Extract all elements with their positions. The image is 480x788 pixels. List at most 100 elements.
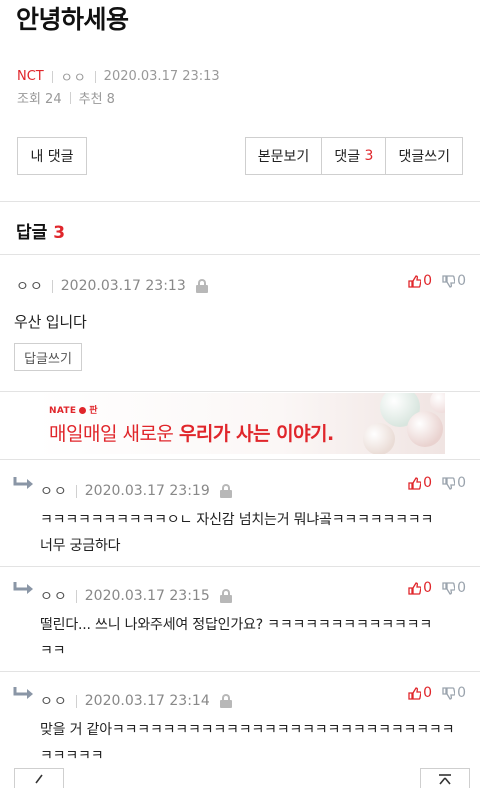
thumbs-down-icon [442,476,456,490]
downvote-button[interactable]: 0 [442,685,466,701]
ad-banner[interactable]: NATE 판 매일매일 새로운 우리가 사는 이야기. [35,393,445,454]
divider [51,279,53,293]
post-datetime: 2020.03.17 23:13 [103,69,220,84]
thumbs-down-icon [442,581,456,595]
ad-text: 매일매일 새로운 우리가 사는 이야기. [49,419,334,446]
comment-text: 떨린다... 쓰니 나와주세여 정답인가요? ㅋㅋㅋㅋㅋㅋㅋㅋㅋㅋㅋㅋㅋ ㅋㅋ [40,612,432,664]
thumbs-down-icon [442,686,456,700]
recommend-count: 추천 8 [78,92,115,107]
comment-line: 맞을 거 같아ㅋㅋㅋㅋㅋㅋㅋㅋㅋㅋㅋㅋㅋㅋㅋㅋㅋㅋㅋㅋㅋㅋㅋㅋㅋㅋㅋ [40,722,455,738]
divider [75,484,77,498]
ad-text-end: . [327,423,334,445]
board-name[interactable]: NCT [17,69,44,84]
upvote-button[interactable]: 0 [408,475,432,491]
upvote-count: 0 [423,685,433,701]
divider [51,70,53,83]
comment-text: 우산 입니다 [14,313,87,331]
comment-line: 떨린다... 쓰니 나와주세여 정답인가요? ㅋㅋㅋㅋㅋㅋㅋㅋㅋㅋㅋㅋㅋ [40,617,433,633]
upvote-button[interactable]: 0 [408,273,432,289]
comment-votes: 0 0 [408,685,466,701]
thumbs-up-icon [408,476,422,490]
replies-count: 3 [53,223,66,243]
downvote-count: 0 [457,475,466,491]
divider [94,70,96,83]
comment-votes: 0 0 [408,475,466,491]
divider [75,694,77,708]
scroll-top-icon [439,774,451,785]
upvote-count: 0 [423,273,433,289]
ad-brand-dot [79,407,87,414]
ad-balloon [363,423,395,454]
post-author: ㅇㅇ [60,71,87,86]
comment-meta: ㅇㅇ 2020.03.17 23:13 [16,276,208,296]
ad-brand: NATE 판 [49,403,98,416]
upvote-button[interactable]: 0 [408,685,432,701]
comment-line: ㅋㅋ [40,643,66,659]
comment-meta: ㅇㅇ 2020.03.17 23:19 [40,481,232,501]
comment-author: ㅇㅇ [40,589,68,605]
divider [0,671,480,672]
post-title: 안녕하세용 [16,5,129,34]
divider [0,566,480,567]
upvote-button[interactable]: 0 [408,580,432,596]
comment-text: ㅋㅋㅋㅋㅋㅋㅋㅋㅋㅋㅇㄴ 자신감 넘치는거 뭐냐곸ㅋㅋㅋㅋㅋㅋㅋㅋ 너무 궁금하… [40,507,433,559]
comment-meta: ㅇㅇ 2020.03.17 23:14 [40,691,232,711]
ad-brand-suffix: 판 [89,406,98,416]
divider [75,589,77,603]
comment-author: ㅇㅇ [16,279,44,295]
downvote-count: 0 [457,273,466,289]
downvote-count: 0 [457,580,466,596]
ad-text-bold: 우리가 사는 이야기 [178,423,328,445]
thumbs-down-icon [442,274,456,288]
post-stats: 조회 24 추천 8 [17,88,115,107]
comment-line: ㅋㅋㅋㅋㅋㅋㅋㅋㅋㅋㅇㄴ 자신감 넘치는거 뭐냐곸ㅋㅋㅋㅋㅋㅋㅋㅋ [40,512,434,528]
write-reply-button[interactable]: 답글쓰기 [14,343,82,371]
comment-datetime: 2020.03.17 23:13 [60,278,186,294]
upvote-count: 0 [423,580,433,596]
comment-author: ㅇㅇ [40,694,68,710]
comment-votes: 0 0 [408,580,466,596]
reply-arrow-icon [13,687,33,699]
lock-icon [195,279,208,293]
divider [0,201,480,202]
comment-votes: 0 0 [408,273,466,289]
comments-count: 3 [364,148,374,164]
lock-icon [219,694,232,708]
thumbs-up-icon [408,581,422,595]
ad-brand-name: NATE [49,406,77,416]
thumbs-up-icon [408,274,422,288]
upvote-count: 0 [423,475,433,491]
downvote-button[interactable]: 0 [442,580,466,596]
downvote-button[interactable]: 0 [442,475,466,491]
comment-meta: ㅇㅇ 2020.03.17 23:15 [40,586,232,606]
ad-balloon [407,411,443,447]
downvote-count: 0 [457,685,466,701]
post-meta: NCT ㅇㅇ 2020.03.17 23:13 [17,67,220,86]
scroll-top-button[interactable] [420,768,470,788]
downvote-button[interactable]: 0 [442,273,466,289]
comments-label: 댓글 [334,149,361,165]
comment-line: 너무 궁금하다 [40,538,121,554]
thumbs-up-icon [408,686,422,700]
comment-datetime: 2020.03.17 23:14 [84,693,210,709]
ad-balloon [430,393,445,413]
lock-icon [219,589,232,603]
replies-heading: 답글 3 [16,218,65,243]
replies-heading-label: 답글 [16,223,48,243]
write-comment-button[interactable]: 댓글쓰기 [385,138,462,174]
comment-line: ㅋㅋㅋㅋㅋ [40,748,104,759]
lock-icon [219,484,232,498]
view-post-button[interactable]: 본문보기 [246,138,322,174]
comment-actions: 본문보기 댓글 3 댓글쓰기 [244,137,463,175]
comments-button[interactable]: 댓글 3 [321,138,385,174]
my-comments-button[interactable]: 내 댓글 [17,137,87,175]
comment-datetime: 2020.03.17 23:15 [84,588,210,604]
view-count: 조회 24 [17,92,62,107]
comment-text: 맞을 거 같아ㅋㅋㅋㅋㅋㅋㅋㅋㅋㅋㅋㅋㅋㅋㅋㅋㅋㅋㅋㅋㅋㅋㅋㅋㅋㅋㅋ ㅋㅋㅋㅋㅋ [40,717,454,759]
comment-author: ㅇㅇ [40,484,68,500]
ad-text-plain: 매일매일 새로운 [49,423,179,445]
comment-datetime: 2020.03.17 23:19 [84,483,210,499]
divider [0,391,480,392]
back-button[interactable] [14,768,64,788]
reply-arrow-icon [13,582,33,594]
